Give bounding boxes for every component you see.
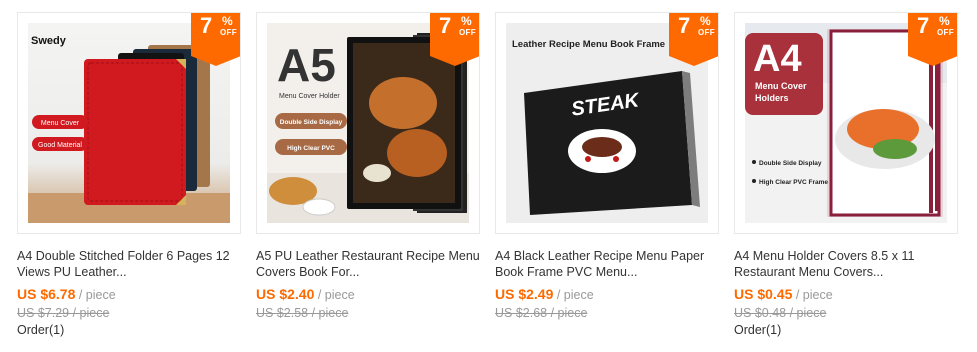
- discount-badge: 7 % OFF: [908, 13, 957, 66]
- discount-badge: 7 % OFF: [191, 13, 240, 66]
- badge-tail: [908, 56, 957, 66]
- original-price: US $7.29 / piece: [17, 306, 110, 320]
- title-line[interactable]: A4 Double Stitched Folder 6 Pages 12: [17, 248, 241, 264]
- badge-tail: [191, 56, 240, 66]
- price-unit: / piece: [314, 288, 355, 302]
- discount-badge: 7 % OFF: [669, 13, 718, 66]
- image-caption: Leather Recipe Menu Book Frame: [512, 39, 665, 50]
- badge-tail: [669, 56, 718, 66]
- title-line[interactable]: A5 PU Leather Restaurant Recipe Menu: [256, 248, 480, 264]
- discount-off-label: OFF: [698, 28, 715, 37]
- badge-tail: [430, 56, 479, 66]
- price-unit: / piece: [75, 288, 116, 302]
- discount-number: 7: [678, 13, 691, 38]
- sale-price: US $2.40: [256, 286, 315, 302]
- discount-off-label: OFF: [220, 28, 237, 37]
- image-caption: Menu Cover: [755, 81, 807, 91]
- discount-off-label: OFF: [459, 28, 476, 37]
- sale-price: US $6.78: [17, 286, 76, 302]
- image-caption: Holders: [755, 93, 789, 103]
- original-price: US $0.48 / piece: [734, 306, 827, 320]
- title-line[interactable]: A4 Black Leather Recipe Menu Paper: [495, 248, 719, 264]
- price-row: US $2.40 / piece: [256, 286, 480, 303]
- product-card[interactable]: A5 Menu Cover Holder Double Side Display…: [256, 12, 480, 322]
- price-row: US $6.78 / piece: [17, 286, 241, 303]
- discount-percent: %: [461, 14, 472, 28]
- order-count: Order(1): [734, 323, 782, 337]
- discount-number: 7: [439, 13, 452, 38]
- price-row: US $2.49 / piece: [495, 286, 719, 303]
- order-count: Order(1): [17, 323, 65, 337]
- discount-number: 7: [200, 13, 213, 38]
- product-card[interactable]: Leather Recipe Menu Book Frame STEAK 7 %…: [495, 12, 719, 322]
- title-line[interactable]: Covers Book For...: [256, 264, 480, 280]
- price-unit: / piece: [553, 288, 594, 302]
- price-unit: / piece: [792, 288, 833, 302]
- image-caption: Good Material: [38, 142, 82, 149]
- image-caption: High Clear PVC Frame: [759, 179, 828, 186]
- product-title[interactable]: A4 Menu Holder Covers 8.5 x 11 Restauran…: [734, 248, 958, 280]
- sale-price: US $0.45: [734, 286, 793, 302]
- image-caption: Double Side Display: [759, 160, 822, 167]
- product-title[interactable]: A4 Black Leather Recipe Menu Paper Book …: [495, 248, 719, 280]
- product-card[interactable]: A4 Menu Cover Holders Double Side Displa…: [734, 12, 958, 338]
- product-title[interactable]: A5 PU Leather Restaurant Recipe Menu Cov…: [256, 248, 480, 280]
- product-image-link[interactable]: Swedy Menu Cover Good Material 7 % OFF: [17, 12, 241, 234]
- price-row: US $0.45 / piece: [734, 286, 958, 303]
- original-price: US $2.68 / piece: [495, 306, 588, 320]
- image-caption: Menu Cover Holder: [279, 93, 340, 100]
- original-price: US $2.58 / piece: [256, 306, 349, 320]
- product-image-link[interactable]: Leather Recipe Menu Book Frame STEAK 7 %…: [495, 12, 719, 234]
- image-caption: Menu Cover: [41, 120, 80, 127]
- product-title[interactable]: A4 Double Stitched Folder 6 Pages 12 Vie…: [17, 248, 241, 280]
- image-size-text: A4: [753, 38, 802, 80]
- image-caption: Double Side Display: [280, 119, 343, 126]
- product-image-link[interactable]: A4 Menu Cover Holders Double Side Displa…: [734, 12, 958, 234]
- title-line[interactable]: Views PU Leather...: [17, 264, 241, 280]
- discount-badge: 7 % OFF: [430, 13, 479, 66]
- discount-percent: %: [222, 14, 233, 28]
- title-line[interactable]: A4 Menu Holder Covers 8.5 x 11: [734, 248, 958, 264]
- title-line[interactable]: Book Frame PVC Menu...: [495, 264, 719, 280]
- product-image-link[interactable]: A5 Menu Cover Holder Double Side Display…: [256, 12, 480, 234]
- title-line[interactable]: Restaurant Menu Covers...: [734, 264, 958, 280]
- discount-off-label: OFF: [937, 28, 954, 37]
- discount-percent: %: [700, 14, 711, 28]
- discount-percent: %: [939, 14, 950, 28]
- discount-number: 7: [917, 13, 930, 38]
- image-brand-text: Swedy: [31, 35, 67, 47]
- image-size-text: A5: [277, 39, 336, 91]
- image-caption: High Clear PVC: [287, 145, 335, 152]
- sale-price: US $2.49: [495, 286, 554, 302]
- product-card[interactable]: Swedy Menu Cover Good Material 7 % OFF A…: [17, 12, 241, 338]
